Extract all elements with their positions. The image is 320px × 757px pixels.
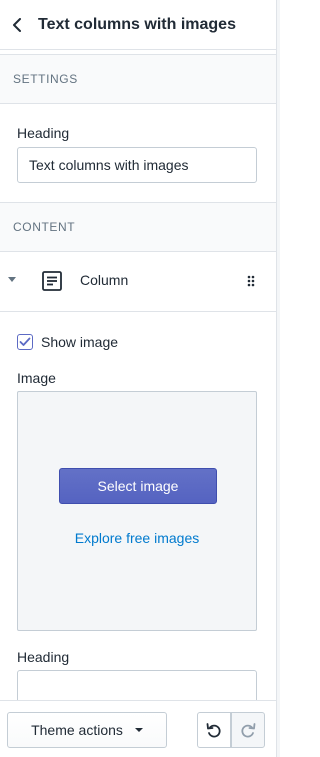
- page-title: Text columns with images: [38, 15, 236, 33]
- undo-icon: [206, 723, 221, 738]
- settings-section-header: SETTINGS: [0, 54, 276, 104]
- block-column-row[interactable]: Column: [0, 250, 276, 312]
- drag-handle-icon[interactable]: [246, 275, 256, 287]
- undo-button[interactable]: [197, 712, 231, 748]
- redo-icon: [241, 723, 256, 738]
- show-image-label[interactable]: Show image: [41, 334, 118, 350]
- redo-button: [231, 712, 265, 748]
- heading-input[interactable]: Text columns with images: [17, 147, 257, 183]
- panel-header: Text columns with images: [0, 0, 276, 50]
- image-field-label: Image: [17, 370, 56, 386]
- back-button[interactable]: [0, 0, 34, 50]
- heading-field-label: Heading: [17, 125, 70, 141]
- explore-free-images-link[interactable]: Explore free images: [18, 530, 256, 546]
- footer-bar: Theme actions: [0, 700, 276, 757]
- block-label: Column: [80, 272, 129, 288]
- show-image-checkbox[interactable]: [17, 334, 33, 350]
- image-picker: Select image Explore free images: [17, 391, 257, 631]
- caret-down-icon[interactable]: [8, 277, 16, 282]
- theme-actions-button[interactable]: Theme actions: [7, 712, 167, 748]
- chevron-left-icon: [13, 17, 21, 32]
- theme-actions-label: Theme actions: [31, 722, 123, 738]
- caret-down-icon: [134, 728, 143, 732]
- content-section-header: CONTENT: [0, 202, 276, 252]
- text-block-icon: [42, 271, 62, 291]
- select-image-button[interactable]: Select image: [59, 468, 217, 504]
- checkmark-icon: [19, 337, 31, 346]
- block-heading-field-label: Heading: [17, 649, 70, 665]
- panel-edge: [276, 0, 280, 757]
